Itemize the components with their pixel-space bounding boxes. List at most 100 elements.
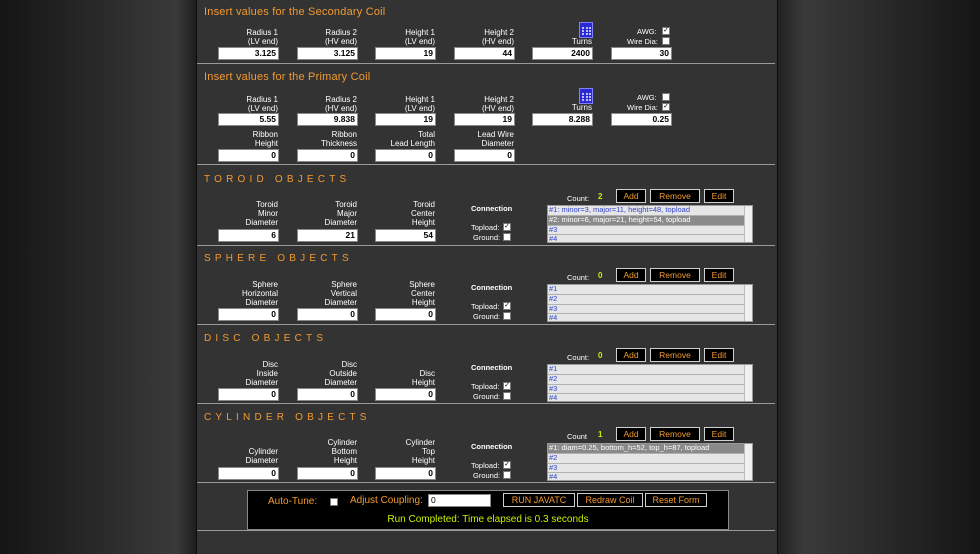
cylinder-label-0: Cylinder Diameter: [245, 446, 278, 465]
sphere-input-1[interactable]: 0: [297, 308, 358, 321]
secondary-wire-input[interactable]: 30: [611, 47, 672, 60]
run-javatc-button[interactable]: RUN JAVATC: [503, 493, 575, 507]
list-item[interactable]: #2: [548, 453, 752, 464]
separator: [197, 245, 775, 246]
separator: [197, 403, 775, 404]
list-item[interactable]: #3: [548, 225, 752, 236]
list-item[interactable]: #3: [548, 384, 752, 395]
calculator-icon[interactable]: [579, 22, 593, 38]
redraw-coil-button[interactable]: Redraw Coil: [577, 493, 643, 507]
disc-label-0: Disc Inside Diameter: [245, 360, 278, 387]
cylinder-add-button[interactable]: Add: [616, 427, 646, 441]
primary-extra-input-3[interactable]: 0: [454, 149, 515, 162]
disc-object-list[interactable]: #1 #2 #3 #4: [547, 364, 753, 402]
autotune-checkbox[interactable]: [330, 498, 338, 506]
sphere-add-button[interactable]: Add: [616, 268, 646, 282]
primary-extra-input-0[interactable]: 0: [218, 149, 279, 162]
cylinder-input-2[interactable]: 0: [375, 467, 436, 480]
toroid-remove-button[interactable]: Remove: [650, 189, 700, 203]
toroid-input-2[interactable]: 54: [375, 229, 436, 242]
secondary-input-3[interactable]: 44: [454, 47, 515, 60]
adjust-coupling-label: Adjust Coupling:: [350, 495, 423, 506]
list-item[interactable]: #3: [548, 304, 752, 315]
cylinder-input-0[interactable]: 0: [218, 467, 279, 480]
toroid-edit-button[interactable]: Edit: [704, 189, 734, 203]
sphere-topload-checkbox[interactable]: ✓: [503, 302, 511, 310]
cylinder-remove-button[interactable]: Remove: [650, 427, 700, 441]
list-item[interactable]: #4: [548, 235, 752, 242]
list-item[interactable]: #1: [548, 285, 752, 295]
separator: [197, 324, 775, 325]
scrollbar[interactable]: [744, 444, 752, 480]
list-item[interactable]: #1: diam=0.25, bottom_h=52, top_h=87, to…: [548, 444, 752, 454]
primary-input-1[interactable]: 9.838: [297, 113, 358, 126]
calculator-icon[interactable]: [579, 88, 593, 104]
disc-add-button[interactable]: Add: [616, 348, 646, 362]
secondary-wire-checkbox[interactable]: [662, 37, 670, 45]
secondary-input-0[interactable]: 3.125: [218, 47, 279, 60]
toroid-add-button[interactable]: Add: [616, 189, 646, 203]
cylinder-object-list[interactable]: #1: diam=0.25, bottom_h=52, top_h=87, to…: [547, 443, 753, 481]
primary-awg-label: AWG:: [637, 93, 657, 102]
disc-connection-label: Connection: [471, 363, 513, 372]
cylinder-input-1[interactable]: 0: [297, 467, 358, 480]
scrollbar[interactable]: [744, 365, 752, 401]
list-item[interactable]: #3: [548, 463, 752, 474]
disc-input-1[interactable]: 0: [297, 388, 358, 401]
separator: [197, 482, 775, 483]
list-item[interactable]: #4: [548, 314, 752, 321]
primary-wire-checkbox[interactable]: ✓: [662, 103, 670, 111]
toroid-topload-checkbox[interactable]: ✓: [503, 223, 511, 231]
sphere-edit-button[interactable]: Edit: [704, 268, 734, 282]
disc-topload-checkbox[interactable]: ✓: [503, 382, 511, 390]
secondary-input-4[interactable]: 2400: [532, 47, 593, 60]
separator: [197, 63, 775, 64]
disc-input-2[interactable]: 0: [375, 388, 436, 401]
disc-edit-button[interactable]: Edit: [704, 348, 734, 362]
toroid-input-1[interactable]: 21: [297, 229, 358, 242]
list-item[interactable]: #1: [548, 365, 752, 375]
sphere-object-list[interactable]: #1 #2 #3 #4: [547, 284, 753, 322]
secondary-awg-checkbox[interactable]: ✓: [662, 27, 670, 35]
cylinder-count-label: Count: [567, 432, 588, 441]
sphere-input-0[interactable]: 0: [218, 308, 279, 321]
scrollbar[interactable]: [744, 206, 752, 242]
primary-label-0: Radius 1 (LV end): [246, 95, 278, 113]
toroid-input-0[interactable]: 6: [218, 229, 279, 242]
cylinder-label-1: Cylinder Bottom Height: [327, 438, 357, 465]
toroid-label-2: Toroid Center Height: [410, 200, 435, 227]
scrollbar[interactable]: [744, 285, 752, 321]
primary-awg-checkbox[interactable]: [662, 93, 670, 101]
list-item[interactable]: #2: minor=6, major=21, height=54, toploa…: [548, 215, 752, 226]
cylinder-ground-checkbox[interactable]: [503, 471, 511, 479]
list-item[interactable]: #4: [548, 394, 752, 401]
primary-input-0[interactable]: 5.55: [218, 113, 279, 126]
secondary-awg-label: AWG:: [637, 27, 657, 36]
cylinder-edit-button[interactable]: Edit: [704, 427, 734, 441]
toroid-object-list[interactable]: #1: minor=3, major=11, height=48, toploa…: [547, 205, 753, 243]
toroid-ground-checkbox[interactable]: [503, 233, 511, 241]
list-item[interactable]: #2: [548, 294, 752, 305]
primary-input-4[interactable]: 8.288: [532, 113, 593, 126]
secondary-input-2[interactable]: 19: [375, 47, 436, 60]
primary-extra-input-2[interactable]: 0: [375, 149, 436, 162]
disc-ground-checkbox[interactable]: [503, 392, 511, 400]
sphere-connection-label: Connection: [471, 283, 513, 292]
toroid-label-0: Toroid Minor Diameter: [245, 200, 278, 227]
disc-input-0[interactable]: 0: [218, 388, 279, 401]
list-item[interactable]: #4: [548, 473, 752, 480]
primary-input-3[interactable]: 19: [454, 113, 515, 126]
sphere-ground-checkbox[interactable]: [503, 312, 511, 320]
primary-extra-input-1[interactable]: 0: [297, 149, 358, 162]
primary-wire-input[interactable]: 0.25: [611, 113, 672, 126]
sphere-remove-button[interactable]: Remove: [650, 268, 700, 282]
sphere-input-2[interactable]: 0: [375, 308, 436, 321]
secondary-input-1[interactable]: 3.125: [297, 47, 358, 60]
disc-remove-button[interactable]: Remove: [650, 348, 700, 362]
primary-input-2[interactable]: 19: [375, 113, 436, 126]
sphere-heading: SPHERE OBJECTS: [204, 253, 353, 264]
adjust-coupling-input[interactable]: 0: [428, 494, 491, 507]
list-item[interactable]: #2: [548, 374, 752, 385]
cylinder-topload-checkbox[interactable]: ✓: [503, 461, 511, 469]
reset-form-button[interactable]: Reset Form: [645, 493, 707, 507]
